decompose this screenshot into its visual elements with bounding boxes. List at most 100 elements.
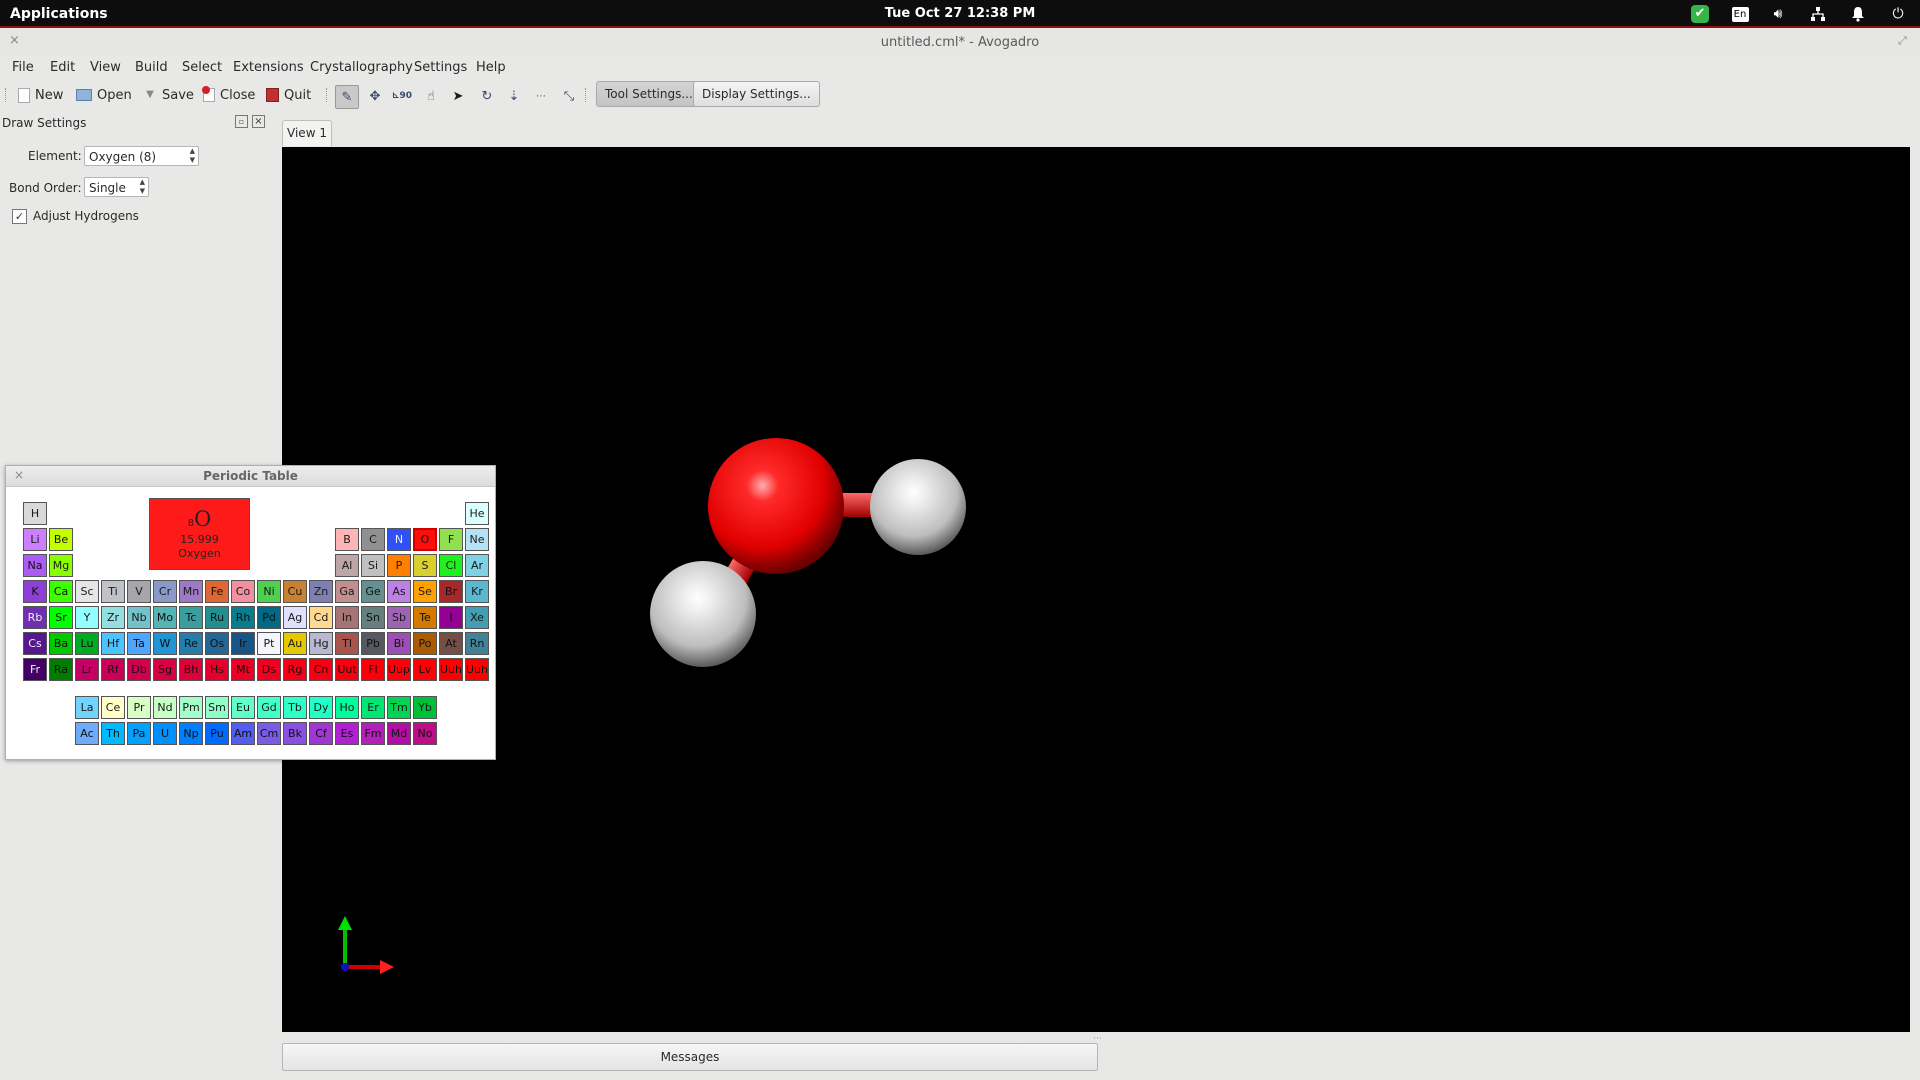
- element-cell-fe[interactable]: Fe: [205, 580, 229, 603]
- element-cell-tl[interactable]: Tl: [335, 632, 359, 655]
- element-cell-ir[interactable]: Ir: [231, 632, 255, 655]
- element-cell-rf[interactable]: Rf: [101, 658, 125, 681]
- element-cell-lu[interactable]: Lu: [75, 632, 99, 655]
- hydrogen-atom-2[interactable]: [650, 561, 756, 667]
- element-cell-at[interactable]: At: [439, 632, 463, 655]
- element-cell-ag[interactable]: Ag: [283, 606, 307, 629]
- element-cell-uup[interactable]: Uup: [387, 658, 411, 681]
- element-cell-mg[interactable]: Mg: [49, 554, 73, 577]
- messages-button[interactable]: Messages: [282, 1043, 1098, 1071]
- notifications-bell-icon[interactable]: [1848, 4, 1868, 24]
- select-tool-arrow-icon[interactable]: ➤: [447, 85, 469, 107]
- menu-crystallography[interactable]: Crystallography: [310, 56, 413, 80]
- element-cell-uut[interactable]: Uut: [335, 658, 359, 681]
- element-cell-au[interactable]: Au: [283, 632, 307, 655]
- element-cell-fl[interactable]: Fl: [361, 658, 385, 681]
- element-cell-rg[interactable]: Rg: [283, 658, 307, 681]
- element-cell-sn[interactable]: Sn: [361, 606, 385, 629]
- tool-settings-button[interactable]: Tool Settings...: [596, 81, 702, 107]
- element-cell-cm[interactable]: Cm: [257, 722, 281, 745]
- element-cell-n[interactable]: N: [387, 528, 411, 551]
- rotate-tool-icon[interactable]: ↻: [476, 85, 498, 107]
- hydrogen-atom-1[interactable]: [870, 459, 966, 555]
- element-cell-hs[interactable]: Hs: [205, 658, 229, 681]
- element-cell-br[interactable]: Br: [439, 580, 463, 603]
- element-cell-in[interactable]: In: [335, 606, 359, 629]
- power-icon[interactable]: ⏻: [1888, 4, 1908, 24]
- adjust-hydrogens-checkbox[interactable]: ✓: [12, 209, 27, 224]
- element-cell-mo[interactable]: Mo: [153, 606, 177, 629]
- element-cell-ga[interactable]: Ga: [335, 580, 359, 603]
- element-cell-kr[interactable]: Kr: [465, 580, 489, 603]
- element-cell-cr[interactable]: Cr: [153, 580, 177, 603]
- menu-edit[interactable]: Edit: [50, 56, 75, 80]
- element-cell-cd[interactable]: Cd: [309, 606, 333, 629]
- tab-view-1[interactable]: View 1: [282, 120, 332, 146]
- element-cell-cl[interactable]: Cl: [439, 554, 463, 577]
- manipulate-tool-hand-icon[interactable]: ☝: [420, 85, 442, 107]
- element-cell-no[interactable]: No: [413, 722, 437, 745]
- element-cell-h[interactable]: H: [23, 502, 47, 525]
- element-cell-fr[interactable]: Fr: [23, 658, 47, 681]
- element-cell-cn[interactable]: Cn: [309, 658, 333, 681]
- element-cell-th[interactable]: Th: [101, 722, 125, 745]
- element-cell-sr[interactable]: Sr: [49, 606, 73, 629]
- element-cell-p[interactable]: P: [387, 554, 411, 577]
- element-cell-li[interactable]: Li: [23, 528, 47, 551]
- element-cell-uuh[interactable]: Uuh: [439, 658, 463, 681]
- element-cell-ru[interactable]: Ru: [205, 606, 229, 629]
- element-cell-ds[interactable]: Ds: [257, 658, 281, 681]
- element-cell-tb[interactable]: Tb: [283, 696, 307, 719]
- element-cell-c[interactable]: C: [361, 528, 385, 551]
- window-maximize-icon[interactable]: ⤢: [1898, 34, 1907, 48]
- element-cell-o[interactable]: O: [413, 528, 437, 551]
- element-cell-u[interactable]: U: [153, 722, 177, 745]
- element-cell-tc[interactable]: Tc: [179, 606, 203, 629]
- element-cell-i[interactable]: I: [439, 606, 463, 629]
- element-cell-eu[interactable]: Eu: [231, 696, 255, 719]
- element-cell-hf[interactable]: Hf: [101, 632, 125, 655]
- element-cell-tm[interactable]: Tm: [387, 696, 411, 719]
- element-cell-ta[interactable]: Ta: [127, 632, 151, 655]
- element-cell-hg[interactable]: Hg: [309, 632, 333, 655]
- element-cell-md[interactable]: Md: [387, 722, 411, 745]
- element-cell-he[interactable]: He: [465, 502, 489, 525]
- element-cell-ge[interactable]: Ge: [361, 580, 385, 603]
- close-button[interactable]: Close: [202, 84, 255, 106]
- element-cell-pd[interactable]: Pd: [257, 606, 281, 629]
- element-cell-gd[interactable]: Gd: [257, 696, 281, 719]
- element-cell-rb[interactable]: Rb: [23, 606, 47, 629]
- keyboard-layout-indicator[interactable]: En: [1730, 4, 1750, 24]
- element-cell-as[interactable]: As: [387, 580, 411, 603]
- element-cell-re[interactable]: Re: [179, 632, 203, 655]
- element-cell-b[interactable]: B: [335, 528, 359, 551]
- menu-extensions[interactable]: Extensions: [233, 56, 304, 80]
- element-cell-uuh[interactable]: Uuh: [465, 658, 489, 681]
- element-cell-ba[interactable]: Ba: [49, 632, 73, 655]
- element-cell-bh[interactable]: Bh: [179, 658, 203, 681]
- element-cell-rn[interactable]: Rn: [465, 632, 489, 655]
- element-cell-sc[interactable]: Sc: [75, 580, 99, 603]
- dock-float-icon[interactable]: ▫: [235, 115, 248, 128]
- element-cell-pm[interactable]: Pm: [179, 696, 203, 719]
- volume-icon[interactable]: 🔊︎: [1768, 4, 1788, 24]
- element-cell-nd[interactable]: Nd: [153, 696, 177, 719]
- element-cell-bi[interactable]: Bi: [387, 632, 411, 655]
- element-cell-ti[interactable]: Ti: [101, 580, 125, 603]
- element-cell-er[interactable]: Er: [361, 696, 385, 719]
- element-cell-po[interactable]: Po: [413, 632, 437, 655]
- element-cell-mn[interactable]: Mn: [179, 580, 203, 603]
- draw-tool-pencil-icon[interactable]: ✎: [335, 85, 359, 109]
- menu-settings[interactable]: Settings: [414, 56, 467, 80]
- align-tool-icon[interactable]: ⇣: [503, 85, 525, 107]
- network-icon[interactable]: [1808, 4, 1828, 24]
- menu-file[interactable]: File: [12, 56, 34, 80]
- menu-help[interactable]: Help: [476, 56, 506, 80]
- element-cell-na[interactable]: Na: [23, 554, 47, 577]
- element-cell-zn[interactable]: Zn: [309, 580, 333, 603]
- element-cell-np[interactable]: Np: [179, 722, 203, 745]
- update-check-icon[interactable]: ✔: [1690, 4, 1710, 24]
- oxygen-atom[interactable]: [708, 438, 844, 574]
- element-cell-es[interactable]: Es: [335, 722, 359, 745]
- element-cell-cu[interactable]: Cu: [283, 580, 307, 603]
